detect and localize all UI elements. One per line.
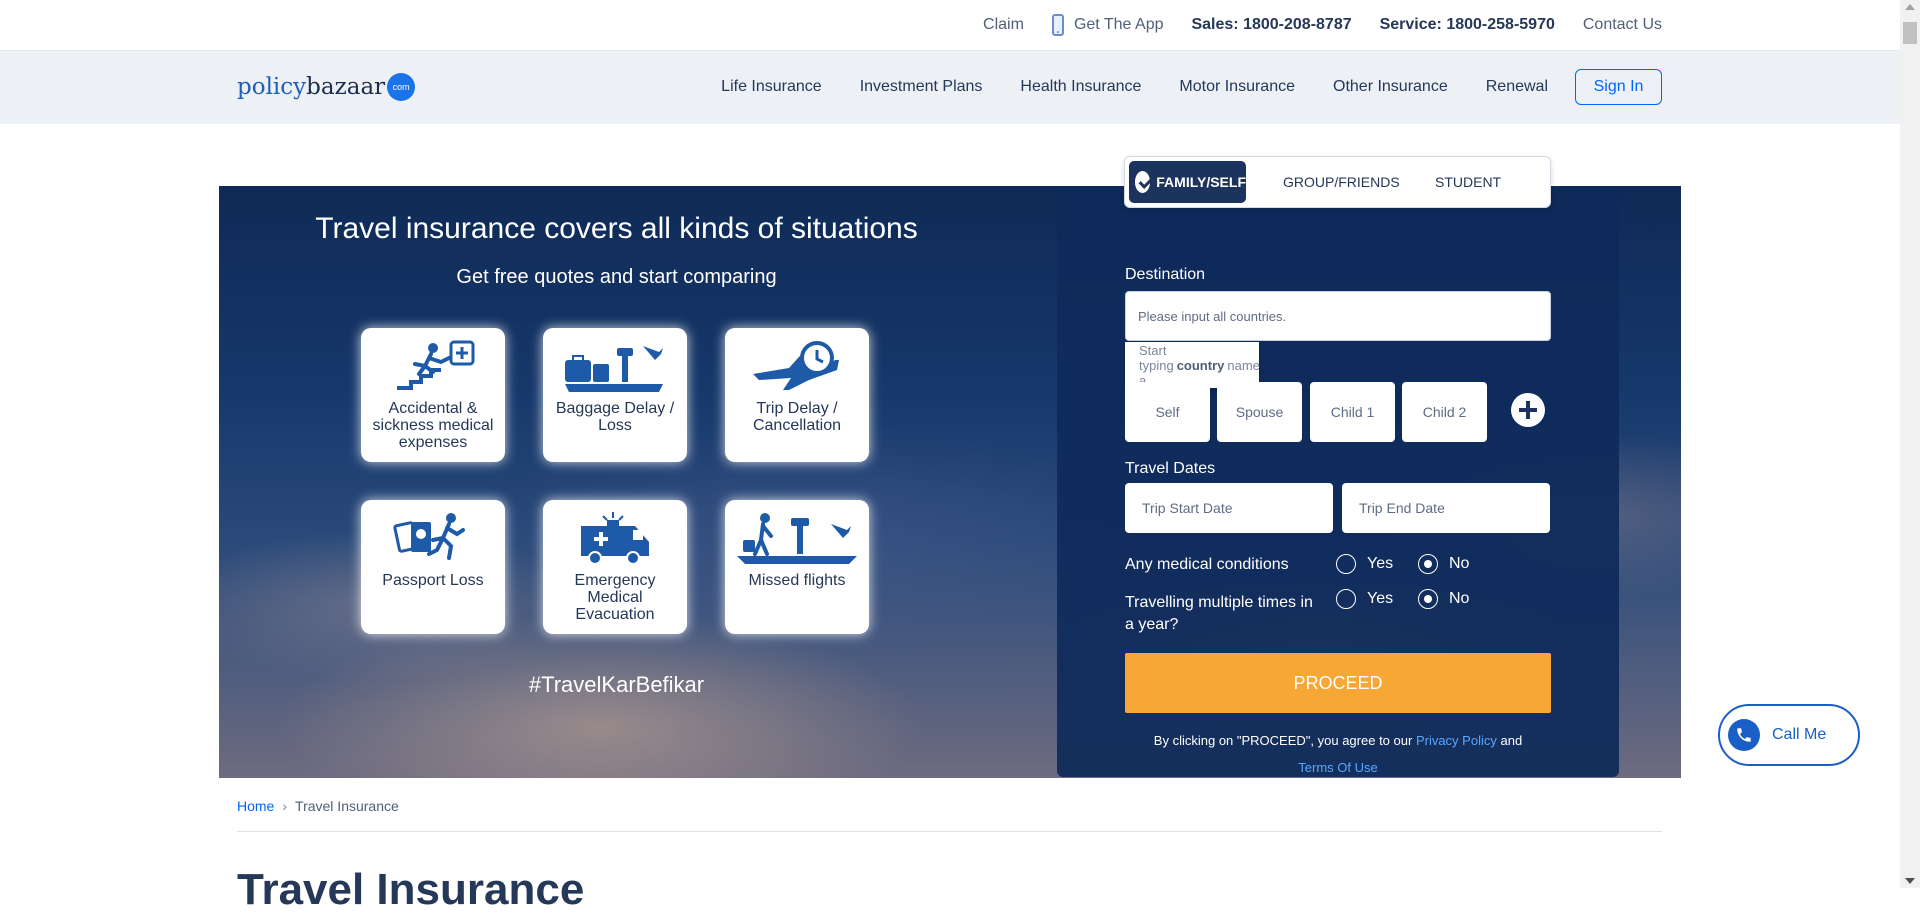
member-child-1[interactable]: Child 1 bbox=[1310, 382, 1395, 442]
radio-label: No bbox=[1449, 590, 1470, 607]
scroll-thumb[interactable] bbox=[1903, 22, 1917, 44]
nav-renewal[interactable]: Renewal bbox=[1486, 78, 1548, 96]
tile-passport: Passport Loss bbox=[361, 500, 505, 634]
logo-com-badge: com bbox=[387, 73, 416, 101]
trip-end-date-input[interactable]: Trip End Date bbox=[1342, 483, 1550, 533]
hero-title: Travel insurance covers all kinds of sit… bbox=[315, 212, 918, 245]
passport-icon bbox=[393, 513, 465, 560]
accident-icon bbox=[397, 340, 475, 390]
sign-in-button[interactable]: Sign In bbox=[1575, 69, 1662, 105]
destination-input[interactable]: Please input all countries. bbox=[1125, 291, 1551, 341]
tile-missed-flights: Missed flights bbox=[725, 500, 869, 634]
privacy-policy-link[interactable]: Privacy Policy bbox=[1416, 733, 1497, 748]
tile-label: Missed flights bbox=[748, 572, 846, 589]
add-member-plus-icon[interactable] bbox=[1511, 393, 1545, 427]
hint-bold: country bbox=[1176, 357, 1225, 373]
tile-label: Trip Delay / Cancellation bbox=[752, 400, 842, 434]
breadcrumb: Home › Travel Insurance bbox=[237, 798, 399, 814]
nav-investment-plans[interactable]: Investment Plans bbox=[860, 78, 983, 96]
tile-label: Passport Loss bbox=[382, 572, 484, 589]
nav-motor-insurance[interactable]: Motor Insurance bbox=[1179, 78, 1295, 96]
tile-accidental: Accidental & sickness medical expenses bbox=[361, 328, 505, 462]
ambulance-icon bbox=[581, 512, 649, 565]
tile-label: Baggage Delay / Loss bbox=[555, 400, 675, 434]
hero-subtitle: Get free quotes and start comparing bbox=[456, 266, 777, 288]
radio-button[interactable] bbox=[1418, 589, 1438, 609]
terms-pre: By clicking on "PROCEED", you agree to o… bbox=[1153, 733, 1413, 748]
radio-label: Yes bbox=[1367, 555, 1394, 572]
get-app-label: Get The App bbox=[1073, 16, 1164, 33]
call-me-button[interactable]: Call Me bbox=[1718, 704, 1860, 766]
main-nav: Life Insurance Investment Plans Health I… bbox=[683, 69, 1662, 105]
tab-student[interactable]: STUDENT bbox=[1435, 161, 1501, 203]
multi-trip-no-option[interactable]: No bbox=[1418, 589, 1469, 609]
missed-flight-icon bbox=[737, 513, 857, 564]
page-heading: Travel Insurance bbox=[237, 865, 585, 914]
tile-trip-delay: Trip Delay / Cancellation bbox=[725, 328, 869, 462]
breadcrumb-current: Travel Insurance bbox=[295, 798, 399, 814]
policybazaar-logo[interactable]: policy bazaar com bbox=[237, 73, 416, 101]
nav-other-insurance[interactable]: Other Insurance bbox=[1333, 78, 1448, 96]
scroll-down-arrow-icon[interactable] bbox=[1905, 878, 1915, 884]
tile-label: Emergency Medical Evacuation bbox=[574, 572, 656, 623]
logo-text-policy: policy bbox=[237, 74, 307, 100]
multi-trip-yes-option[interactable]: Yes bbox=[1336, 589, 1393, 609]
hashtag-text: #TravelKarBefikar bbox=[528, 672, 705, 697]
tile-evacuation: Emergency Medical Evacuation bbox=[543, 500, 687, 634]
tab-group-friends[interactable]: GROUP/FRIENDS bbox=[1283, 161, 1400, 203]
traveller-type-tabs: FAMILY/SELF GROUP/FRIENDS STUDENT bbox=[1124, 156, 1551, 208]
page-scrollbar[interactable] bbox=[1900, 0, 1920, 888]
destination-label: Destination bbox=[1125, 266, 1206, 283]
sales-phone[interactable]: Sales: 1800-208-8787 bbox=[1191, 16, 1351, 34]
radio-button[interactable] bbox=[1336, 589, 1356, 609]
divider bbox=[237, 831, 1662, 832]
medical-conditions-label: Any medical conditions bbox=[1125, 556, 1289, 573]
trip-start-date-input[interactable]: Trip Start Date bbox=[1125, 483, 1333, 533]
get-app-link[interactable]: Get The App bbox=[1051, 14, 1164, 36]
medical-yes-option[interactable]: Yes bbox=[1336, 554, 1393, 574]
radio-label: No bbox=[1449, 555, 1470, 572]
baggage-icon bbox=[565, 346, 663, 392]
phone-icon bbox=[1728, 719, 1760, 751]
call-me-label: Call Me bbox=[1772, 726, 1827, 743]
nav-health-insurance[interactable]: Health Insurance bbox=[1020, 78, 1141, 96]
top-utility-bar: Claim Get The App Sales: 1800-208-8787 S… bbox=[0, 0, 1900, 50]
tile-label: Accidental & sickness medical expenses bbox=[372, 400, 494, 451]
radio-button[interactable] bbox=[1336, 554, 1356, 574]
terms-and: and bbox=[1500, 733, 1523, 748]
tile-baggage: Baggage Delay / Loss bbox=[543, 328, 687, 462]
hint-post: name bbox=[1227, 357, 1260, 373]
hint-pre: Start typing a bbox=[1139, 342, 1174, 388]
medical-no-option[interactable]: No bbox=[1418, 554, 1469, 574]
checkmark-icon bbox=[1135, 171, 1151, 193]
main-header: policy bazaar com Life Insurance Investm… bbox=[0, 50, 1900, 124]
logo-text-bazaar: bazaar bbox=[306, 74, 386, 100]
terms-line-2: Terms Of Use bbox=[1125, 760, 1551, 775]
tab-label: FAMILY/SELF bbox=[1156, 174, 1246, 190]
proceed-button[interactable]: PROCEED bbox=[1125, 653, 1551, 713]
member-child-2[interactable]: Child 2 bbox=[1402, 382, 1487, 442]
chevron-right-icon: › bbox=[282, 798, 288, 814]
travel-dates-label: Travel Dates bbox=[1125, 460, 1216, 477]
radio-button[interactable] bbox=[1418, 554, 1438, 574]
tab-family-self[interactable]: FAMILY/SELF bbox=[1129, 161, 1246, 203]
multi-trip-label: Travelling multiple times in a year? bbox=[1125, 594, 1313, 633]
terms-text: By clicking on "PROCEED", you agree to o… bbox=[1125, 733, 1551, 748]
member-spouse[interactable]: Spouse bbox=[1217, 382, 1302, 442]
nav-life-insurance[interactable]: Life Insurance bbox=[721, 78, 822, 96]
mobile-phone-icon bbox=[1051, 14, 1064, 36]
trip-delay-icon bbox=[753, 341, 839, 390]
claim-link[interactable]: Claim bbox=[983, 16, 1024, 34]
radio-label: Yes bbox=[1367, 590, 1394, 607]
breadcrumb-home[interactable]: Home bbox=[237, 798, 274, 814]
member-self[interactable]: Self bbox=[1125, 382, 1210, 442]
terms-of-use-link[interactable]: Terms Of Use bbox=[1298, 760, 1377, 775]
contact-us-link[interactable]: Contact Us bbox=[1583, 16, 1662, 34]
service-phone[interactable]: Service: 1800-258-5970 bbox=[1380, 16, 1555, 34]
scroll-up-arrow-icon[interactable] bbox=[1905, 4, 1915, 10]
